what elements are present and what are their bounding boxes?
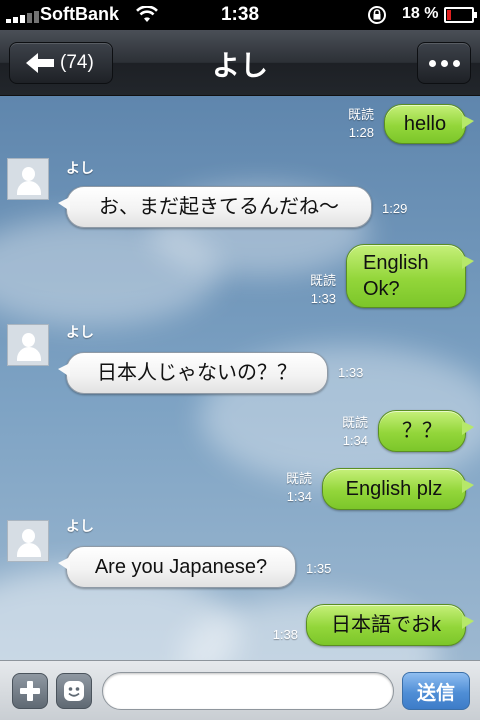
- more-options-button[interactable]: [417, 42, 471, 84]
- plus-icon: [20, 681, 40, 701]
- smiley-icon: [64, 681, 84, 701]
- message-time: 1:38: [272, 627, 298, 642]
- outgoing-message[interactable]: English plz: [322, 468, 474, 510]
- message-time: 1:34: [286, 489, 312, 504]
- attach-button[interactable]: [12, 673, 48, 709]
- avatar[interactable]: [7, 324, 49, 366]
- message-input[interactable]: [102, 672, 394, 710]
- unread-count: (74): [60, 52, 94, 73]
- sender-name: よし: [66, 161, 94, 177]
- incoming-message[interactable]: お、まだ起きてるんだね〜: [58, 186, 372, 228]
- read-receipt: 既読: [285, 471, 312, 486]
- sender-name: よし: [66, 519, 94, 535]
- message-time: 1:33: [338, 365, 364, 380]
- default-person-icon: [22, 167, 35, 181]
- page-title: よし: [211, 49, 268, 82]
- message-meta: 既読 1:34: [268, 470, 312, 506]
- sticker-button[interactable]: [56, 673, 92, 709]
- sender-name: よし: [66, 325, 94, 341]
- incoming-message[interactable]: 日本人じゃないの？？: [58, 352, 328, 394]
- rotation-lock-icon: [366, 5, 388, 31]
- default-person-icon: [22, 529, 35, 543]
- read-receipt: 既読: [341, 415, 368, 430]
- input-bar: 送信: [0, 660, 480, 720]
- nav-bar: (74) よし: [0, 30, 480, 96]
- message-meta: 既読 1:33: [292, 272, 336, 308]
- incoming-message[interactable]: Are you Japanese?: [58, 546, 296, 588]
- battery-level-fill: [447, 10, 451, 20]
- battery-icon: [444, 7, 477, 23]
- avatar[interactable]: [7, 158, 49, 200]
- left-arrow-icon: [24, 52, 56, 74]
- send-button[interactable]: 送信: [402, 672, 470, 710]
- avatar[interactable]: [7, 520, 49, 562]
- status-bar: SoftBank 1:38 18 %: [0, 0, 480, 30]
- message-meta: 既読 1:34: [324, 414, 368, 450]
- message-meta: 既読 1:28: [330, 106, 374, 142]
- read-receipt: 既読: [347, 107, 374, 122]
- message-time: 1:35: [306, 561, 332, 576]
- message-time: 1:33: [310, 291, 336, 306]
- battery-percent: 18 %: [402, 5, 439, 22]
- message-time: 1:29: [382, 201, 408, 216]
- outgoing-message[interactable]: English Ok?: [346, 244, 474, 308]
- outgoing-message[interactable]: hello: [384, 104, 474, 144]
- message-time: 1:28: [348, 125, 374, 140]
- outgoing-message[interactable]: 日本語でおk: [306, 604, 474, 646]
- default-person-icon: [22, 333, 35, 347]
- back-button[interactable]: (74): [9, 42, 113, 84]
- message-time: 1:34: [342, 433, 368, 448]
- chat-area[interactable]: 既読 1:28 hello よし お、まだ起きてるんだね〜 1:29 既読 1:…: [0, 96, 480, 660]
- outgoing-message[interactable]: ？？: [378, 410, 474, 452]
- read-receipt: 既読: [309, 273, 336, 288]
- more-dots-icon: [428, 59, 436, 67]
